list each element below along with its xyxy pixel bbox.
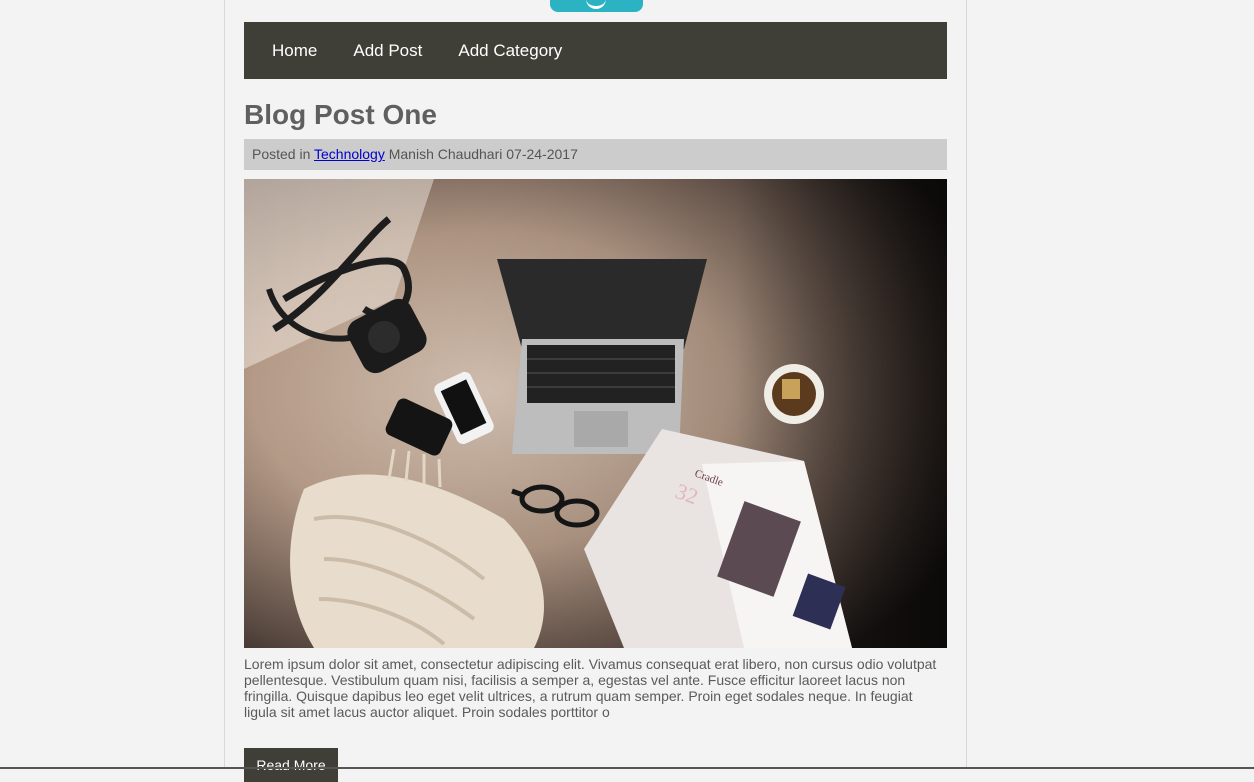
nav-item-home[interactable]: Home <box>254 22 335 79</box>
meta-prefix: Posted in <box>252 146 311 162</box>
nav-item-add-post[interactable]: Add Post <box>335 22 440 79</box>
category-link[interactable]: Technology <box>314 146 385 162</box>
post-excerpt: Lorem ipsum dolor sit amet, consectetur … <box>244 656 937 720</box>
page-container: Home Add Post Add Category Blog Post One… <box>224 0 967 782</box>
post-image: Cradle 32 <box>244 179 947 648</box>
logo-icon[interactable] <box>550 0 643 12</box>
read-more-button[interactable]: Read More <box>244 748 338 782</box>
nav-item-add-category[interactable]: Add Category <box>440 22 580 79</box>
post-meta: Posted in Technology Manish Chaudhari 07… <box>244 139 947 170</box>
post-date: 07-24-2017 <box>506 146 578 162</box>
post-author: Manish Chaudhari <box>388 146 503 162</box>
post-title[interactable]: Blog Post One <box>244 99 437 131</box>
desk-flatlay-photo: Cradle 32 <box>244 179 947 648</box>
main-nav: Home Add Post Add Category <box>244 22 947 79</box>
